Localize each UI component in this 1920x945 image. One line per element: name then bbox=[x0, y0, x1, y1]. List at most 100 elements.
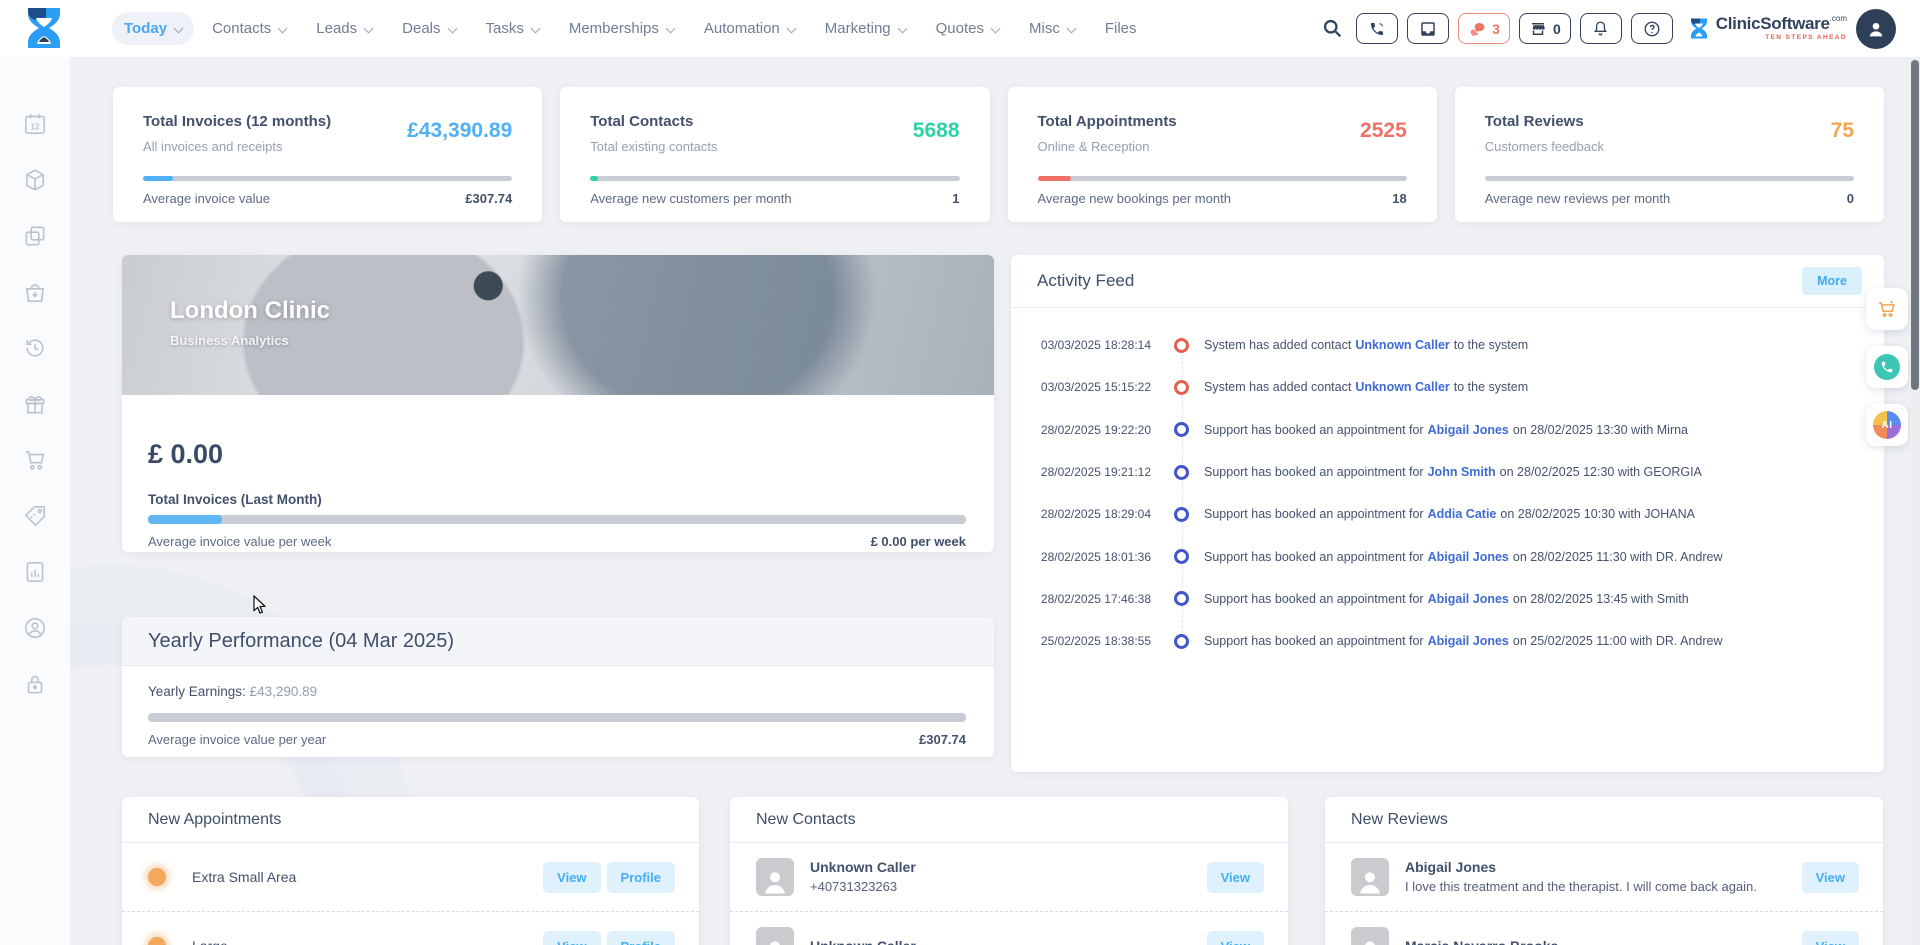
timeline-marker-icon bbox=[1174, 379, 1189, 395]
stat-foot-label: Average new bookings per month bbox=[1037, 191, 1231, 206]
nav-item[interactable]: Misc bbox=[1017, 12, 1087, 45]
account-icon[interactable] bbox=[20, 613, 50, 643]
basket-icon[interactable] bbox=[20, 277, 50, 307]
new-reviews-title: New Reviews bbox=[1325, 797, 1883, 843]
review-text: I love this treatment and the therapist.… bbox=[1405, 878, 1757, 894]
app-logo-hourglass-icon[interactable] bbox=[22, 6, 66, 52]
view-button[interactable]: View bbox=[1801, 861, 1859, 893]
stat-foot-value: 0 bbox=[1846, 191, 1854, 206]
nav-item[interactable]: Contacts bbox=[200, 12, 298, 45]
nav-item[interactable]: Leads bbox=[304, 12, 384, 45]
brand-com-suffix: .com bbox=[1829, 14, 1847, 24]
activity-contact-link[interactable]: Abigail Jones bbox=[1428, 423, 1509, 437]
nav-item[interactable]: Marketing bbox=[813, 12, 918, 45]
nav-item-label: Contacts bbox=[212, 20, 272, 37]
calendar-icon[interactable]: 12 bbox=[20, 109, 50, 139]
review-row: Abigail Jones I love this treatment and … bbox=[1325, 843, 1883, 912]
search-button[interactable] bbox=[1318, 18, 1347, 39]
last-month-label: Total Invoices (Last Month) bbox=[148, 492, 322, 507]
yearly-avg-label: Average invoice value per year bbox=[148, 732, 327, 747]
last-month-amount: £ 0.00 bbox=[148, 439, 224, 469]
view-button[interactable]: View bbox=[543, 861, 601, 893]
profile-button[interactable]: Profile bbox=[606, 861, 675, 893]
stat-subtitle: Online & Reception bbox=[1037, 139, 1150, 154]
stat-value: 75 bbox=[1830, 119, 1854, 142]
activity-text-pre: Support has booked an appointment for bbox=[1204, 422, 1424, 437]
notifications-button[interactable] bbox=[1579, 13, 1622, 44]
history-icon[interactable] bbox=[20, 333, 50, 363]
nav-item[interactable]: Today bbox=[112, 12, 195, 45]
calls-button[interactable] bbox=[1356, 13, 1399, 44]
appointment-status-dot-icon bbox=[148, 937, 166, 945]
timeline-marker-icon bbox=[1174, 337, 1189, 353]
package-icon[interactable] bbox=[20, 165, 50, 195]
stat-value: 2525 bbox=[1360, 119, 1407, 142]
contact-row: Unknown Caller +40731323263 View bbox=[730, 843, 1288, 912]
floating-cart-button[interactable] bbox=[1866, 288, 1908, 330]
activity-text-pre: Support has booked an appointment for bbox=[1204, 549, 1424, 564]
nav-item[interactable]: Automation bbox=[692, 12, 807, 45]
activity-entry: 28/02/2025 18:29:04 Support has booked a… bbox=[1011, 493, 1884, 535]
tag-icon[interactable] bbox=[20, 501, 50, 531]
stat-foot-label: Average new customers per month bbox=[590, 191, 792, 206]
chevron-down-icon bbox=[278, 25, 286, 33]
stat-card: Total Appointments Online & Reception 25… bbox=[1007, 87, 1437, 222]
cart-icon[interactable] bbox=[20, 445, 50, 475]
floating-call-button[interactable] bbox=[1866, 346, 1908, 388]
timeline-marker-icon bbox=[1174, 464, 1189, 480]
floating-ai-button[interactable]: AI bbox=[1866, 404, 1908, 446]
view-button[interactable]: View bbox=[1206, 930, 1264, 945]
inbox-button[interactable] bbox=[1407, 13, 1450, 44]
chevron-down-icon bbox=[991, 25, 999, 33]
stat-subtitle: All invoices and receipts bbox=[143, 139, 283, 154]
store-button[interactable]: 0 bbox=[1518, 13, 1571, 44]
contacts-list: Unknown Caller +40731323263 View Unknown… bbox=[730, 843, 1288, 945]
profile-button[interactable]: Profile bbox=[606, 930, 675, 945]
copy-icon[interactable] bbox=[20, 221, 50, 251]
activity-timestamp: 03/03/2025 15:15:22 bbox=[1040, 380, 1151, 395]
help-button[interactable] bbox=[1630, 13, 1673, 44]
brand-name: ClinicSoftware bbox=[1715, 14, 1830, 34]
nav-item[interactable]: Memberships bbox=[557, 12, 686, 45]
stat-progress-fill bbox=[590, 176, 598, 181]
activity-contact-link[interactable]: Unknown Caller bbox=[1355, 380, 1449, 394]
view-button[interactable]: View bbox=[543, 930, 601, 945]
nav-item[interactable]: Quotes bbox=[924, 12, 1011, 45]
stats-row: Total Invoices (12 months) All invoices … bbox=[113, 87, 1884, 222]
new-contacts-title: New Contacts bbox=[730, 797, 1288, 843]
activity-contact-link[interactable]: Abigail Jones bbox=[1428, 592, 1509, 606]
activity-contact-link[interactable]: Abigail Jones bbox=[1428, 550, 1509, 564]
main-nav: Today Contacts Leads Deals Tasks Members… bbox=[112, 0, 1149, 57]
nav-item[interactable]: Deals bbox=[390, 12, 467, 45]
activity-text-pre: Support has booked an appointment for bbox=[1204, 591, 1424, 606]
stat-value: £43,390.89 bbox=[407, 119, 513, 142]
stat-card: Total Contacts Total existing contacts 5… bbox=[560, 87, 990, 222]
gift-icon[interactable] bbox=[20, 389, 50, 419]
nav-item[interactable]: Tasks bbox=[474, 12, 551, 45]
reviews-list: Abigail Jones I love this treatment and … bbox=[1325, 843, 1883, 945]
stat-title: Total Invoices (12 months) bbox=[143, 113, 332, 130]
user-avatar[interactable] bbox=[1856, 8, 1896, 49]
activity-contact-link[interactable]: Unknown Caller bbox=[1355, 338, 1449, 352]
report-icon[interactable] bbox=[20, 557, 50, 587]
lock-icon[interactable] bbox=[20, 669, 50, 699]
activity-entry: 28/02/2025 19:22:20 Support has booked a… bbox=[1011, 409, 1884, 451]
chevron-down-icon bbox=[898, 25, 906, 33]
clinic-name: London Clinic bbox=[170, 297, 330, 324]
reviewer-name: Marcia Navarro Brooks bbox=[1405, 936, 1558, 945]
activity-timestamp: 28/02/2025 17:46:38 bbox=[1040, 591, 1151, 606]
activity-contact-link[interactable]: John Smith bbox=[1428, 465, 1496, 479]
nav-item-label: Memberships bbox=[568, 20, 659, 37]
activity-more-button[interactable]: More bbox=[1802, 267, 1862, 295]
nav-item[interactable]: Files bbox=[1093, 12, 1149, 45]
contact-name: Unknown Caller bbox=[810, 936, 916, 945]
phone-icon bbox=[1874, 354, 1900, 380]
activity-contact-link[interactable]: Abigail Jones bbox=[1428, 634, 1509, 648]
view-button[interactable]: View bbox=[1801, 930, 1859, 945]
chat-button[interactable]: 3 bbox=[1458, 13, 1510, 44]
brand-hourglass-icon bbox=[1690, 18, 1707, 38]
stat-foot-value: 18 bbox=[1392, 191, 1407, 206]
scrollbar-thumb[interactable] bbox=[1911, 60, 1919, 390]
view-button[interactable]: View bbox=[1206, 861, 1264, 893]
activity-contact-link[interactable]: Addia Catie bbox=[1428, 507, 1497, 521]
